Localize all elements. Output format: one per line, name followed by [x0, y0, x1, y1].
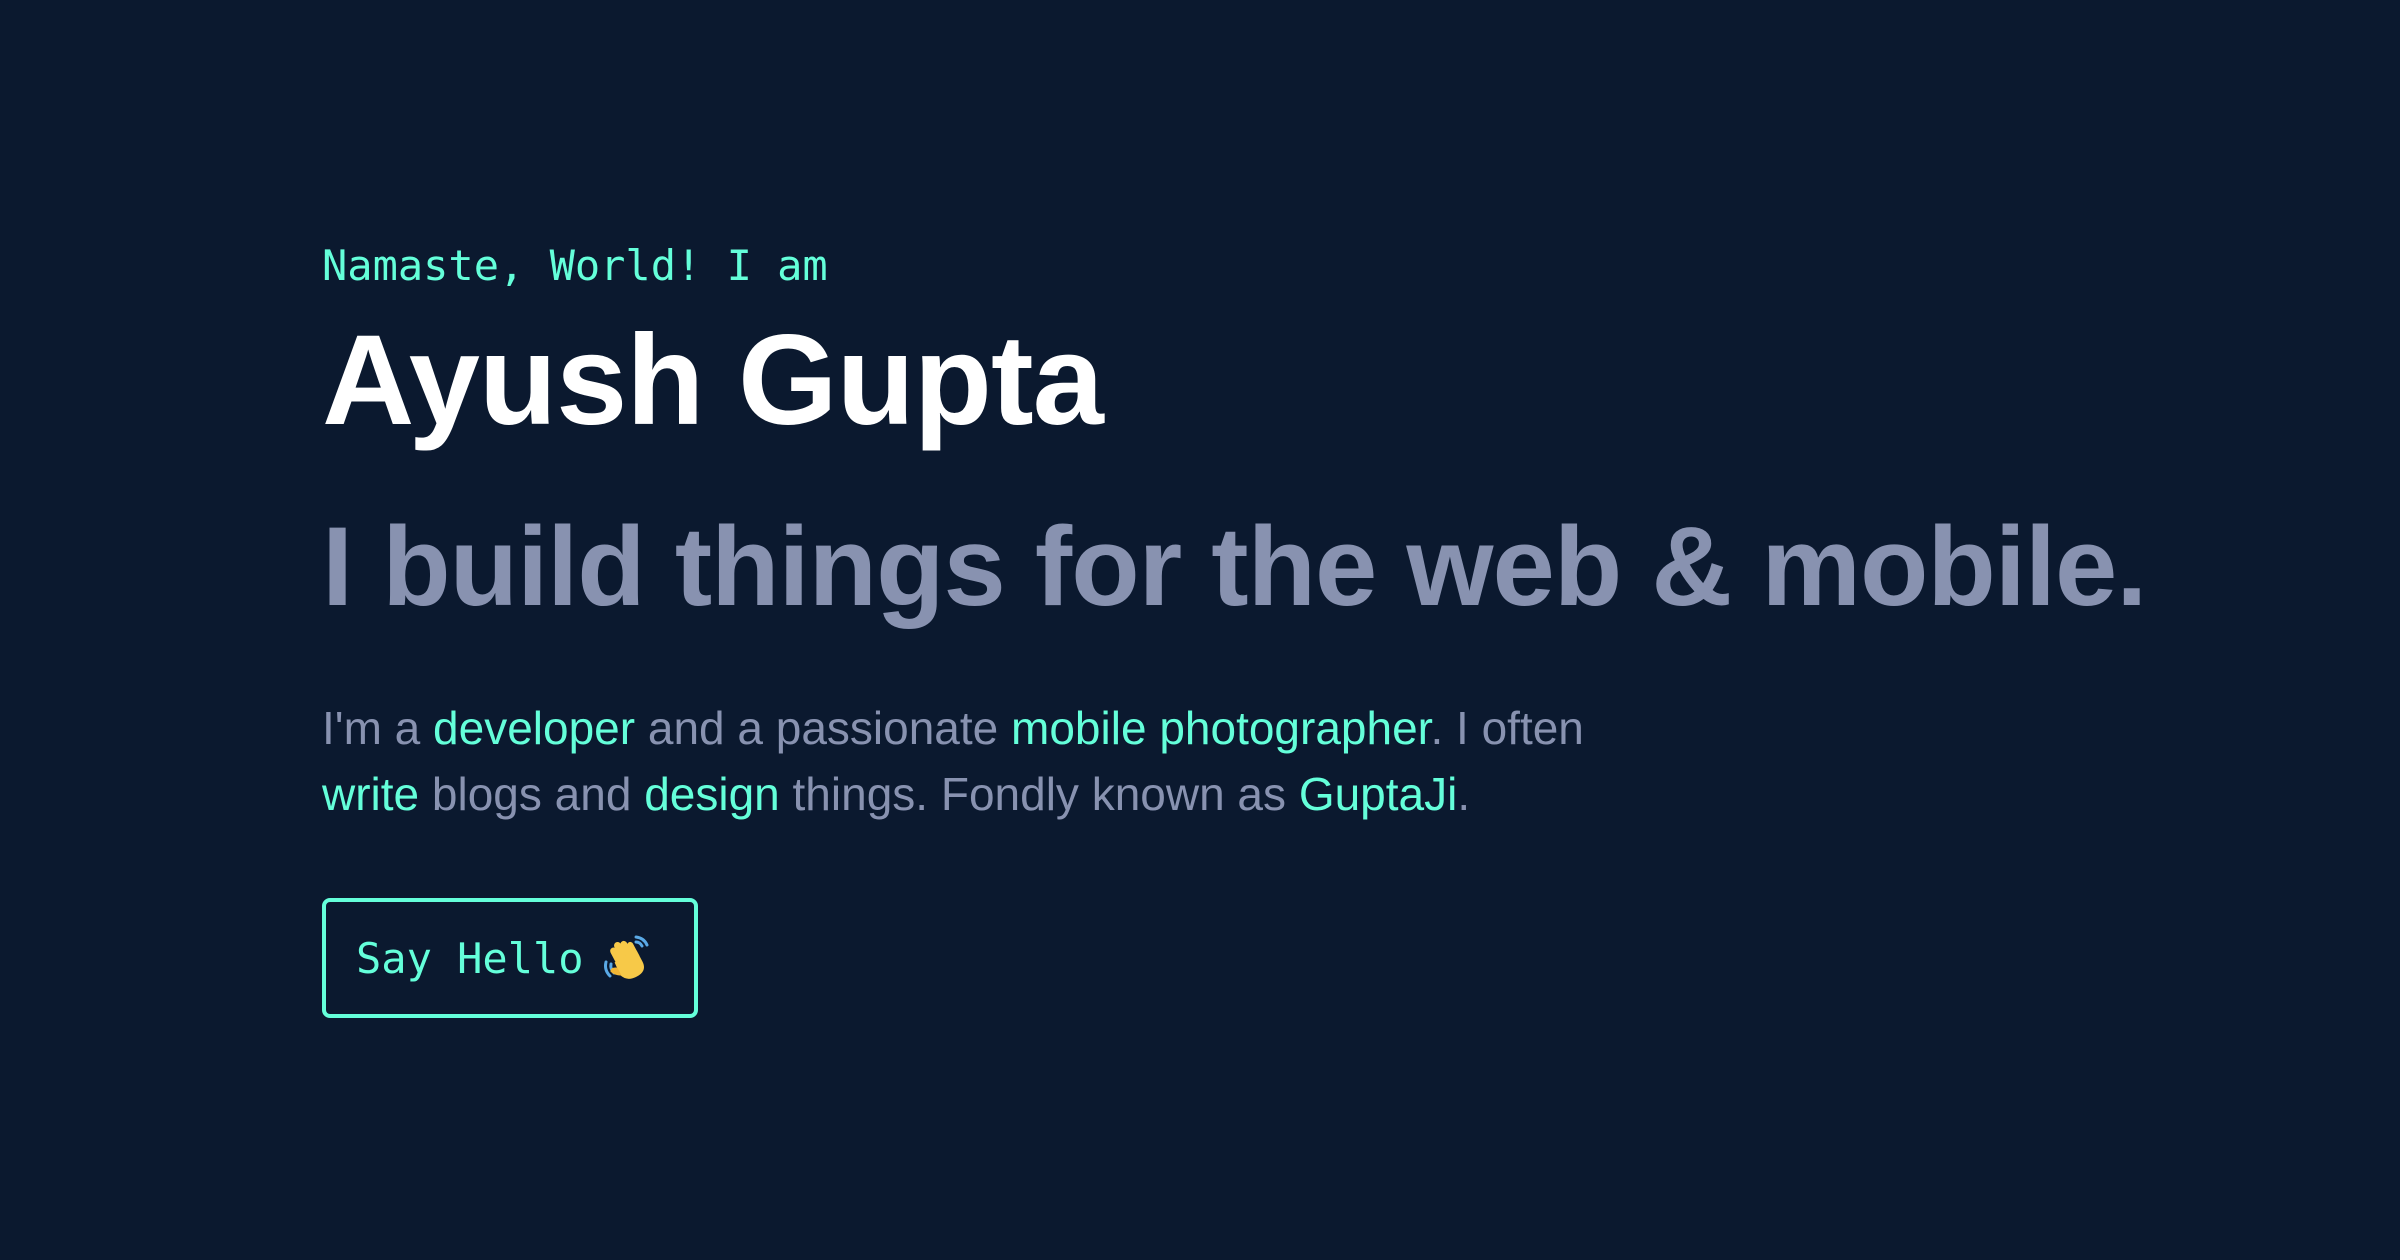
page: Namaste, World! I am Ayush Gupta I build…	[0, 0, 2400, 1260]
highlight-guptaji: GuptaJi	[1298, 768, 1458, 820]
waving-hand-icon	[600, 932, 652, 984]
intro-text: and a passionate	[635, 702, 1012, 754]
hero-section: Namaste, World! I am Ayush Gupta I build…	[322, 236, 2222, 1018]
highlight-mobile-photographer: mobile photographer	[1011, 702, 1431, 754]
intro-text: I'm a	[322, 702, 434, 754]
hero-tagline: I build things for the web & mobile.	[322, 504, 2147, 629]
intro-text: things. Fondly known as	[779, 768, 1299, 820]
highlight-write: write	[322, 768, 420, 820]
say-hello-label: Say Hello	[356, 933, 584, 983]
highlight-developer: developer	[433, 702, 636, 754]
say-hello-button[interactable]: Say Hello	[322, 898, 698, 1018]
intro-text: . I often	[1430, 702, 1584, 754]
intro-text: .	[1457, 768, 1471, 820]
intro-text: blogs and	[419, 768, 645, 820]
intro-paragraph: I'm a developer and a passionate mobile …	[322, 695, 1682, 827]
highlight-design: design	[644, 768, 780, 820]
hero-name: Ayush Gupta	[322, 309, 1104, 452]
greeting-text: Namaste, World! I am	[322, 241, 828, 290]
